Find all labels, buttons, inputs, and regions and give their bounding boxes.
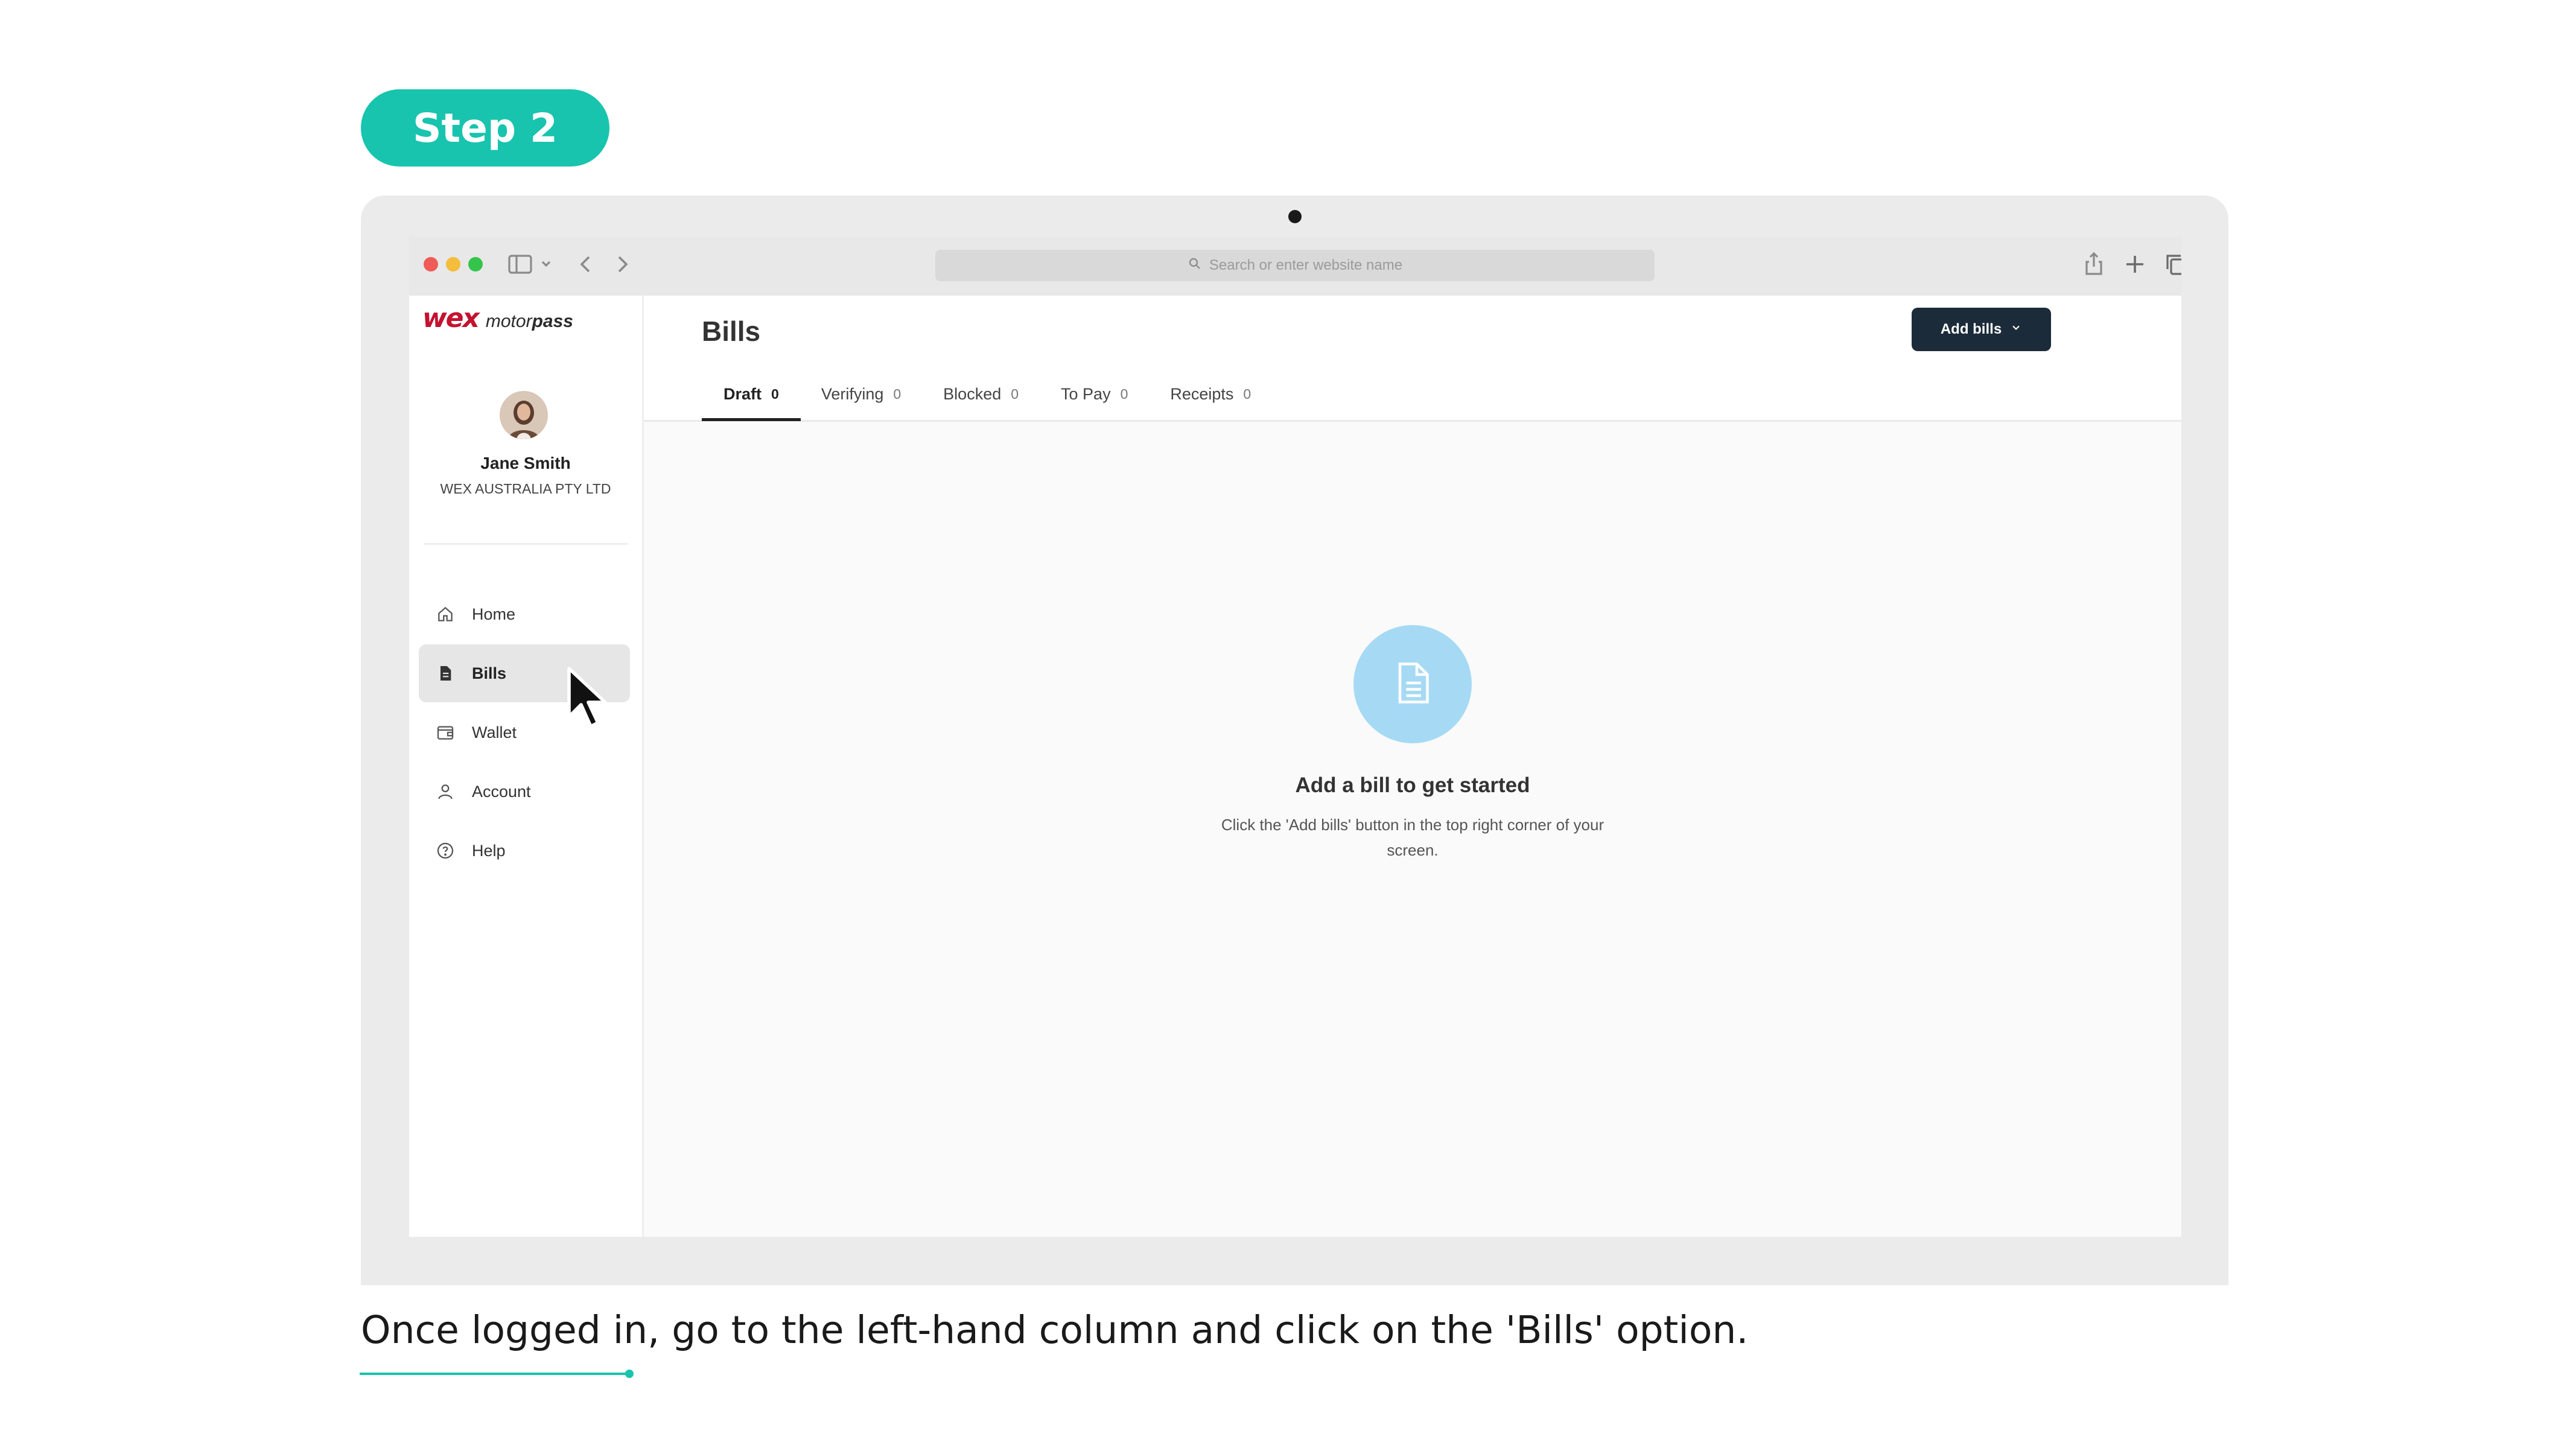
search-icon — [1188, 256, 1202, 275]
browser-toolbar: Search or enter website name — [409, 237, 2181, 296]
empty-state-illustration — [1353, 625, 1472, 743]
logo-motor: motor — [485, 311, 532, 331]
sidebar-divider — [424, 543, 628, 545]
bill-status-tabs: Draft 0 Verifying 0 Blocked 0 To Pay 0 R… — [702, 368, 1293, 421]
tab-label: Verifying — [821, 384, 884, 403]
browser-window: Search or enter website name wex motorpa… — [409, 237, 2181, 1237]
forward-icon[interactable] — [608, 250, 637, 279]
maximize-window-button[interactable] — [468, 257, 483, 272]
mouse-cursor-icon — [564, 664, 612, 736]
tab-label: Blocked — [943, 384, 1002, 403]
logo-motorpass: motorpass — [486, 311, 573, 332]
empty-state-description: Click the 'Add bills' button in the top … — [1221, 816, 1604, 859]
sidebar-item-label: Account — [472, 782, 531, 801]
tab-label: Draft — [724, 384, 762, 403]
help-icon — [434, 840, 456, 862]
page-title: Bills — [702, 316, 761, 347]
avatar — [500, 391, 548, 439]
tab-count: 0 — [771, 386, 779, 402]
tab-verifying[interactable]: Verifying 0 — [821, 368, 901, 420]
chevron-down-icon[interactable] — [537, 250, 555, 279]
home-icon — [434, 603, 456, 625]
user-company: WEX AUSTRALIA PTY LTD — [440, 481, 611, 497]
minimize-window-button[interactable] — [446, 257, 460, 272]
tab-label: To Pay — [1061, 384, 1111, 403]
caption-underline-dot — [625, 1370, 634, 1378]
add-bills-button[interactable]: Add bills — [1912, 308, 2051, 351]
instruction-caption: Once logged in, go to the left-hand colu… — [361, 1308, 1749, 1352]
share-icon[interactable] — [2079, 250, 2108, 279]
sidebar-item-label: Home — [472, 605, 516, 623]
logo-pass: pass — [532, 311, 573, 331]
sidebar-item-label: Help — [472, 841, 506, 860]
close-window-button[interactable] — [424, 257, 438, 272]
sidebar-item-home[interactable]: Home — [419, 585, 630, 643]
tab-count: 0 — [893, 386, 902, 402]
tab-count: 0 — [1243, 386, 1251, 402]
step-label: Step 2 — [361, 89, 609, 167]
sidebar-item-help[interactable]: Help — [419, 822, 630, 880]
camera-dot — [1288, 210, 1302, 223]
new-tab-icon[interactable] — [2120, 250, 2149, 279]
sidebar: wex motorpass Jane Smith WEX AUSTRALIA P… — [409, 296, 644, 1237]
user-name: Jane Smith — [480, 454, 571, 472]
chevron-down-icon — [2010, 321, 2022, 338]
tab-to-pay[interactable]: To Pay 0 — [1061, 368, 1128, 420]
tab-draft[interactable]: Draft 0 — [702, 368, 801, 421]
tabs-overview-icon[interactable] — [2161, 250, 2181, 279]
wex-motorpass-logo[interactable]: wex motorpass — [422, 303, 573, 334]
sidebar-item-account[interactable]: Account — [419, 763, 630, 821]
bill-icon — [434, 662, 456, 684]
tab-blocked[interactable]: Blocked 0 — [943, 368, 1019, 420]
back-icon[interactable] — [571, 250, 600, 279]
sidebar-item-label: Bills — [472, 664, 507, 682]
sidebar-toggle-icon[interactable] — [506, 250, 535, 279]
user-icon — [434, 781, 456, 802]
tab-count: 0 — [1120, 386, 1128, 402]
address-placeholder: Search or enter website name — [1209, 257, 1403, 273]
tab-label: Receipts — [1170, 384, 1234, 403]
empty-state-title: Add a bill to get started — [1295, 773, 1530, 797]
add-bills-label: Add bills — [1940, 321, 2002, 337]
document-icon — [1387, 658, 1438, 711]
caption-underline — [360, 1373, 630, 1375]
tab-receipts[interactable]: Receipts 0 — [1170, 368, 1251, 420]
empty-state: Add a bill to get started Click the 'Add… — [644, 420, 2181, 1237]
tab-count: 0 — [1011, 386, 1019, 402]
wallet-icon — [434, 722, 456, 743]
bills-header: Bills Add bills Draft 0 Verifying 0 Bloc… — [644, 296, 2181, 422]
logo-wex: wex — [422, 303, 480, 334]
address-bar[interactable]: Search or enter website name — [935, 250, 1655, 281]
sidebar-item-label: Wallet — [472, 723, 517, 741]
